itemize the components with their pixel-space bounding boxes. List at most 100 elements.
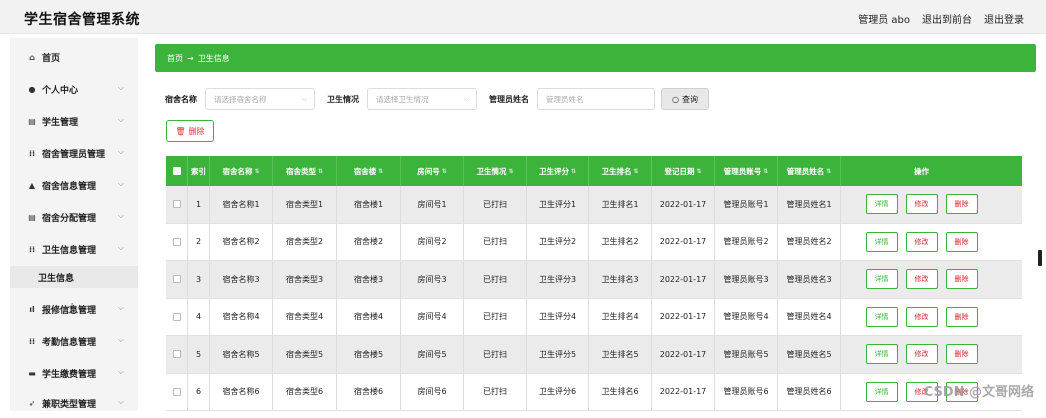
table-cell: 管理员姓名6: [778, 373, 841, 410]
search-button[interactable]: ○ 查询: [661, 88, 709, 110]
home-icon: ⌂: [29, 52, 35, 62]
sidebar-item-2[interactable]: ● 个人中心 ⌵: [10, 74, 138, 104]
table-cell: 房间号4: [401, 298, 464, 335]
row-checkbox[interactable]: [172, 200, 181, 209]
delete-button[interactable]: 删除: [945, 269, 978, 290]
column-header[interactable]: 管理员账号 ⇅: [715, 156, 778, 186]
column-header[interactable]: 卫生情况 ⇅: [464, 156, 527, 186]
detail-button[interactable]: 详情: [865, 269, 898, 290]
sort-icon[interactable]: ⇅: [696, 168, 701, 175]
sidebar-item-9[interactable]: ⁞⁞ 考勤信息管理 ⌵: [10, 326, 138, 356]
detail-button[interactable]: 详情: [865, 381, 898, 402]
chart-icon: ıl: [29, 304, 35, 314]
dorm-name-select[interactable]: 请选择宿舍名称 ⌵: [205, 88, 315, 110]
sidebar-item-5[interactable]: ▲ 宿舍信息管理 ⌵: [10, 170, 138, 200]
column-header[interactable]: 宿舍楼 ⇅: [337, 156, 401, 186]
column-header[interactable]: 卫生排名 ⇅: [589, 156, 652, 186]
scrollbar-thumb[interactable]: [1038, 250, 1042, 266]
sidebar-item-4[interactable]: ⁞⁞ 宿舍管理员管理 ⌵: [10, 138, 138, 168]
chevron-down-icon: ⌵: [117, 115, 124, 124]
edit-button[interactable]: 修改: [905, 231, 938, 252]
column-header-label: 卫生评分: [538, 166, 569, 176]
detail-button[interactable]: 详情: [865, 231, 898, 252]
breadcrumb: 首页 → 卫生信息: [155, 44, 1036, 72]
table-cell: 宿舍类型5: [273, 336, 337, 373]
column-header[interactable]: 宿舍类型 ⇅: [273, 156, 337, 186]
sort-icon[interactable]: ⇅: [826, 168, 831, 175]
table-cell: 宿舍类型3: [273, 261, 337, 298]
sidebar-item-7[interactable]: ⁞⁞ 卫生信息管理 ⌵: [10, 234, 138, 264]
grid-icon: ⁞⁞: [28, 148, 36, 158]
chevron-down-icon: ⌵: [463, 95, 469, 103]
edit-button[interactable]: 修改: [905, 306, 938, 327]
table-cell: 宿舍楼5: [337, 336, 401, 373]
table-row: 1 宿舍名称1 宿舍类型1 宿舍楼1 房间号1 已打扫 卫生评分1 卫生排名1 2022-01-…: [166, 186, 1022, 224]
detail-button[interactable]: 详情: [865, 306, 898, 327]
sort-icon[interactable]: ⇅: [508, 168, 513, 175]
sidebar-item-label: 首页: [42, 53, 61, 64]
hygiene-select[interactable]: 请选择卫生情况 ⌵: [367, 88, 477, 110]
sort-icon[interactable]: ⇅: [633, 168, 638, 175]
delete-button[interactable]: 删除: [945, 344, 978, 365]
breadcrumb-current: 卫生信息: [197, 53, 230, 63]
table-cell: 6: [188, 373, 210, 410]
sidebar-item-11[interactable]: ➶ 兼职类型管理 ⌵: [10, 388, 138, 418]
sort-icon[interactable]: ⇅: [378, 168, 383, 175]
sort-icon[interactable]: ⇅: [318, 168, 323, 175]
delete-button[interactable]: 删除: [945, 231, 978, 252]
edit-button[interactable]: 修改: [905, 269, 938, 290]
column-header[interactable]: 宿舍名称 ⇅: [210, 156, 273, 186]
grid-icon: ⁞⁞: [28, 336, 36, 346]
sidebar-item-6[interactable]: ▤ 宿舍分配管理 ⌵: [10, 202, 138, 232]
detail-button[interactable]: 详情: [865, 194, 898, 215]
select-all-checkbox[interactable]: [166, 156, 188, 186]
delete-button[interactable]: 删除: [945, 194, 978, 215]
table-cell: 卫生评分5: [527, 336, 589, 373]
sidebar-subitem-hygiene-info[interactable]: 卫生信息: [10, 266, 138, 288]
breadcrumb-home[interactable]: 首页: [167, 53, 183, 64]
bulk-delete-label: 删除: [188, 126, 205, 136]
table-cell: 宿舍名称5: [210, 336, 273, 373]
sort-icon[interactable]: ⇅: [763, 168, 768, 175]
column-header[interactable]: 登记日期 ⇅: [652, 156, 715, 186]
table-cell: 已打扫: [464, 223, 527, 260]
sort-icon[interactable]: ⇅: [571, 168, 576, 175]
row-checkbox[interactable]: [172, 312, 181, 321]
row-checkbox-cell: [166, 186, 188, 223]
sidebar-item-label: 兼职类型管理: [42, 399, 97, 410]
sort-icon[interactable]: ⇅: [254, 168, 259, 175]
logout-link[interactable]: 退出登录: [984, 11, 1024, 26]
sidebar-item-3[interactable]: ▤ 学生管理 ⌵: [10, 106, 138, 136]
table-cell: 2022-01-17: [652, 298, 715, 335]
sidebar-item-10[interactable]: ▬ 学生缴费管理 ⌵: [10, 358, 138, 388]
table-cell: 宿舍楼1: [337, 186, 401, 223]
breadcrumb-arrow: →: [187, 53, 194, 63]
row-checkbox[interactable]: [172, 350, 181, 359]
hygiene-placeholder: 请选择卫生情况: [376, 94, 429, 104]
column-header-label: 卫生情况: [476, 166, 507, 176]
detail-button[interactable]: 详情: [865, 344, 898, 365]
table-cell: 管理员账号3: [715, 261, 778, 298]
sidebar-item-1[interactable]: ⌂ 首页: [10, 42, 138, 72]
chevron-down-icon: ⌵: [117, 367, 124, 376]
edit-button[interactable]: 修改: [905, 194, 938, 215]
admin-name-input[interactable]: 管理员姓名: [537, 88, 655, 110]
delete-button[interactable]: 删除: [945, 306, 978, 327]
bulk-delete-button[interactable]: 🗑 删除: [166, 120, 214, 142]
table-cell: 宿舍类型6: [273, 373, 337, 410]
row-checkbox[interactable]: [172, 275, 181, 284]
row-checkbox[interactable]: [172, 237, 181, 246]
table-cell: 宿舍楼3: [337, 261, 401, 298]
row-checkbox[interactable]: [172, 387, 181, 396]
search-button-label: 查询: [681, 94, 698, 104]
column-header[interactable]: 管理员姓名 ⇅: [778, 156, 841, 186]
admin-name-label: 管理员姓名: [489, 94, 529, 104]
edit-button[interactable]: 修改: [905, 344, 938, 365]
sort-icon[interactable]: ⇅: [442, 168, 447, 175]
top-bar: 学生宿舍管理系统 管理员 abo 退出到前台 退出登录: [0, 0, 1046, 34]
table-cell: 卫生评分4: [527, 298, 589, 335]
column-header[interactable]: 房间号 ⇅: [401, 156, 464, 186]
table-cell: 管理员姓名1: [778, 186, 841, 223]
to-front-link[interactable]: 退出到前台: [922, 11, 972, 26]
column-header[interactable]: 卫生评分 ⇅: [527, 156, 589, 186]
